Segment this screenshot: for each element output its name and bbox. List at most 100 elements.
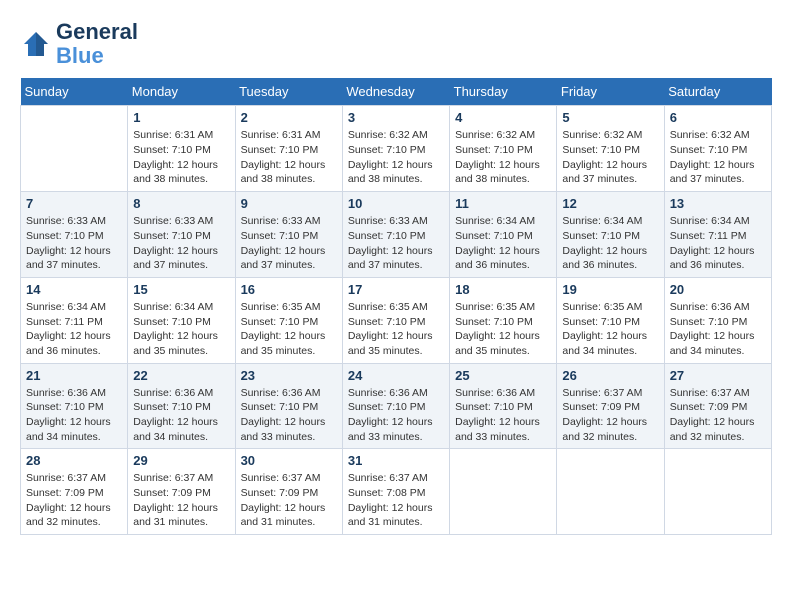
calendar-cell: 18 Sunrise: 6:35 AM Sunset: 7:10 PM Dayli…: [450, 277, 557, 363]
weekday-header-friday: Friday: [557, 78, 664, 106]
calendar-cell: 16 Sunrise: 6:35 AM Sunset: 7:10 PM Dayli…: [235, 277, 342, 363]
day-number: 8: [133, 196, 229, 211]
calendar-cell: 17Sunrise: 6:35 AM Sunset: 7:10 PM Dayli…: [342, 277, 449, 363]
calendar-cell: [21, 106, 128, 192]
logo-icon: [20, 28, 52, 60]
calendar-cell: 3 Sunrise: 6:32 AM Sunset: 7:10 PM Daylig…: [342, 106, 449, 192]
day-info: Sunrise: 6:33 AM Sunset: 7:10 PM Dayligh…: [133, 214, 229, 273]
day-number: 3: [348, 110, 444, 125]
day-number: 22: [133, 368, 229, 383]
day-number: 17: [348, 282, 444, 297]
day-number: 31: [348, 453, 444, 468]
day-number: 23: [241, 368, 337, 383]
day-info: Sunrise: 6:36 AM Sunset: 7:10 PM Dayligh…: [670, 300, 766, 359]
day-number: 20: [670, 282, 766, 297]
calendar-cell: 26 Sunrise: 6:37 AM Sunset: 7:09 PM Dayli…: [557, 363, 664, 449]
day-info: Sunrise: 6:34 AM Sunset: 7:10 PM Dayligh…: [562, 214, 658, 273]
calendar-week-row: 28 Sunrise: 6:37 AM Sunset: 7:09 PM Dayli…: [21, 449, 772, 535]
calendar-cell: 1 Sunrise: 6:31 AM Sunset: 7:10 PM Daylig…: [128, 106, 235, 192]
day-number: 12: [562, 196, 658, 211]
day-info: Sunrise: 6:37 AM Sunset: 7:09 PM Dayligh…: [241, 471, 337, 530]
calendar-cell: 31 Sunrise: 6:37 AM Sunset: 7:08 PM Dayli…: [342, 449, 449, 535]
day-number: 15: [133, 282, 229, 297]
day-info: Sunrise: 6:35 AM Sunset: 7:10 PM Dayligh…: [241, 300, 337, 359]
weekday-header-wednesday: Wednesday: [342, 78, 449, 106]
day-info: Sunrise: 6:32 AM Sunset: 7:10 PM Dayligh…: [562, 128, 658, 187]
day-number: 30: [241, 453, 337, 468]
calendar-cell: 21 Sunrise: 6:36 AM Sunset: 7:10 PM Dayli…: [21, 363, 128, 449]
day-info: Sunrise: 6:34 AM Sunset: 7:10 PM Dayligh…: [455, 214, 551, 273]
day-info: Sunrise: 6:36 AM Sunset: 7:10 PM Dayligh…: [241, 386, 337, 445]
day-info: Sunrise: 6:31 AM Sunset: 7:10 PM Dayligh…: [241, 128, 337, 187]
day-info: Sunrise: 6:37 AM Sunset: 7:08 PM Dayligh…: [348, 471, 444, 530]
calendar-cell: [450, 449, 557, 535]
day-info: Sunrise: 6:37 AM Sunset: 7:09 PM Dayligh…: [562, 386, 658, 445]
day-number: 11: [455, 196, 551, 211]
calendar-week-row: 14Sunrise: 6:34 AM Sunset: 7:11 PM Dayli…: [21, 277, 772, 363]
day-number: 27: [670, 368, 766, 383]
calendar-cell: 11 Sunrise: 6:34 AM Sunset: 7:10 PM Dayli…: [450, 192, 557, 278]
calendar-cell: 20 Sunrise: 6:36 AM Sunset: 7:10 PM Dayli…: [664, 277, 771, 363]
day-number: 2: [241, 110, 337, 125]
weekday-header-row: SundayMondayTuesdayWednesdayThursdayFrid…: [21, 78, 772, 106]
day-number: 7: [26, 196, 122, 211]
calendar-cell: 24 Sunrise: 6:36 AM Sunset: 7:10 PM Dayli…: [342, 363, 449, 449]
day-info: Sunrise: 6:36 AM Sunset: 7:10 PM Dayligh…: [348, 386, 444, 445]
day-info: Sunrise: 6:34 AM Sunset: 7:10 PM Dayligh…: [133, 300, 229, 359]
day-info: Sunrise: 6:33 AM Sunset: 7:10 PM Dayligh…: [26, 214, 122, 273]
page-header: GeneralBlue: [20, 20, 772, 68]
calendar-cell: 5 Sunrise: 6:32 AM Sunset: 7:10 PM Daylig…: [557, 106, 664, 192]
calendar-cell: 6Sunrise: 6:32 AM Sunset: 7:10 PM Daylig…: [664, 106, 771, 192]
day-info: Sunrise: 6:32 AM Sunset: 7:10 PM Dayligh…: [670, 128, 766, 187]
day-number: 18: [455, 282, 551, 297]
calendar-cell: 4Sunrise: 6:32 AM Sunset: 7:10 PM Daylig…: [450, 106, 557, 192]
calendar-week-row: 21 Sunrise: 6:36 AM Sunset: 7:10 PM Dayli…: [21, 363, 772, 449]
calendar-cell: 22Sunrise: 6:36 AM Sunset: 7:10 PM Dayli…: [128, 363, 235, 449]
day-number: 24: [348, 368, 444, 383]
day-number: 9: [241, 196, 337, 211]
calendar-cell: [664, 449, 771, 535]
day-number: 5: [562, 110, 658, 125]
day-number: 13: [670, 196, 766, 211]
calendar-cell: 15 Sunrise: 6:34 AM Sunset: 7:10 PM Dayli…: [128, 277, 235, 363]
day-info: Sunrise: 6:34 AM Sunset: 7:11 PM Dayligh…: [670, 214, 766, 273]
day-number: 16: [241, 282, 337, 297]
day-number: 19: [562, 282, 658, 297]
weekday-header-saturday: Saturday: [664, 78, 771, 106]
logo-text: GeneralBlue: [56, 20, 138, 68]
calendar-cell: 14Sunrise: 6:34 AM Sunset: 7:11 PM Dayli…: [21, 277, 128, 363]
day-info: Sunrise: 6:34 AM Sunset: 7:11 PM Dayligh…: [26, 300, 122, 359]
calendar-cell: 28 Sunrise: 6:37 AM Sunset: 7:09 PM Dayli…: [21, 449, 128, 535]
logo: GeneralBlue: [20, 20, 138, 68]
day-number: 10: [348, 196, 444, 211]
weekday-header-monday: Monday: [128, 78, 235, 106]
calendar-cell: 27 Sunrise: 6:37 AM Sunset: 7:09 PM Dayli…: [664, 363, 771, 449]
weekday-header-tuesday: Tuesday: [235, 78, 342, 106]
calendar-cell: 7 Sunrise: 6:33 AM Sunset: 7:10 PM Daylig…: [21, 192, 128, 278]
calendar-cell: 13 Sunrise: 6:34 AM Sunset: 7:11 PM Dayli…: [664, 192, 771, 278]
day-info: Sunrise: 6:32 AM Sunset: 7:10 PM Dayligh…: [348, 128, 444, 187]
day-number: 26: [562, 368, 658, 383]
day-info: Sunrise: 6:37 AM Sunset: 7:09 PM Dayligh…: [133, 471, 229, 530]
day-number: 21: [26, 368, 122, 383]
day-number: 4: [455, 110, 551, 125]
calendar-cell: 12 Sunrise: 6:34 AM Sunset: 7:10 PM Dayli…: [557, 192, 664, 278]
weekday-header-thursday: Thursday: [450, 78, 557, 106]
day-info: Sunrise: 6:35 AM Sunset: 7:10 PM Dayligh…: [455, 300, 551, 359]
day-info: Sunrise: 6:33 AM Sunset: 7:10 PM Dayligh…: [241, 214, 337, 273]
calendar-cell: 9 Sunrise: 6:33 AM Sunset: 7:10 PM Daylig…: [235, 192, 342, 278]
calendar-cell: 30 Sunrise: 6:37 AM Sunset: 7:09 PM Dayli…: [235, 449, 342, 535]
weekday-header-sunday: Sunday: [21, 78, 128, 106]
calendar-cell: 23 Sunrise: 6:36 AM Sunset: 7:10 PM Dayli…: [235, 363, 342, 449]
day-info: Sunrise: 6:36 AM Sunset: 7:10 PM Dayligh…: [26, 386, 122, 445]
day-info: Sunrise: 6:37 AM Sunset: 7:09 PM Dayligh…: [26, 471, 122, 530]
day-number: 1: [133, 110, 229, 125]
day-info: Sunrise: 6:31 AM Sunset: 7:10 PM Dayligh…: [133, 128, 229, 187]
day-info: Sunrise: 6:37 AM Sunset: 7:09 PM Dayligh…: [670, 386, 766, 445]
day-info: Sunrise: 6:36 AM Sunset: 7:10 PM Dayligh…: [455, 386, 551, 445]
day-number: 28: [26, 453, 122, 468]
day-number: 25: [455, 368, 551, 383]
calendar-table: SundayMondayTuesdayWednesdayThursdayFrid…: [20, 78, 772, 535]
calendar-cell: 19Sunrise: 6:35 AM Sunset: 7:10 PM Dayli…: [557, 277, 664, 363]
calendar-cell: 8 Sunrise: 6:33 AM Sunset: 7:10 PM Daylig…: [128, 192, 235, 278]
